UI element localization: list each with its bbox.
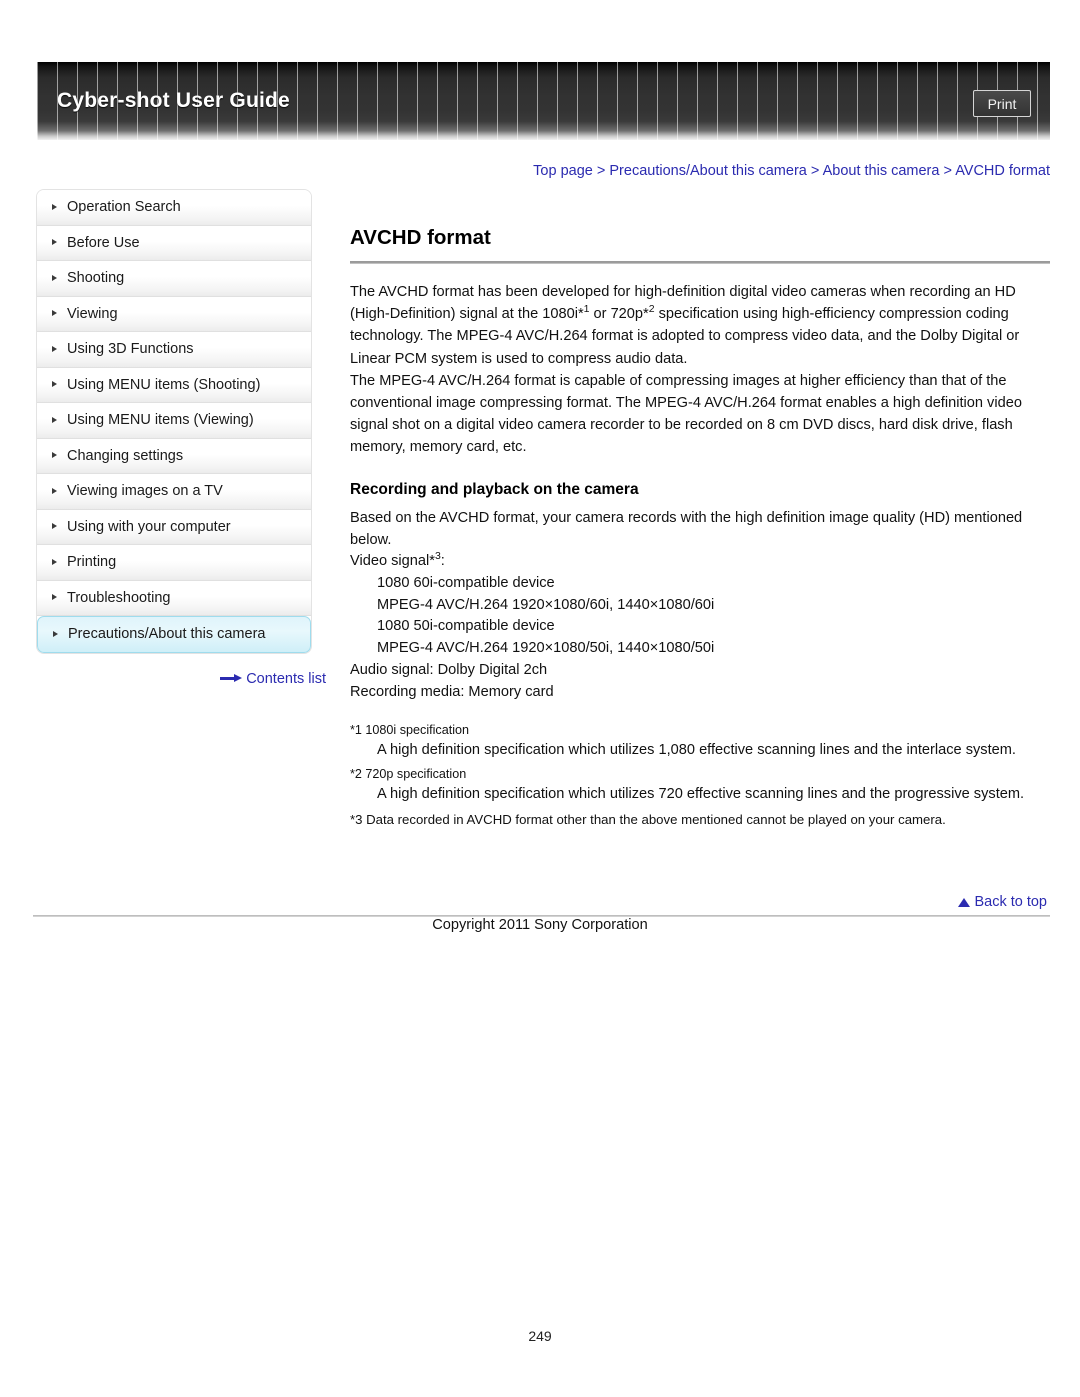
- main-content: AVCHD format The AVCHD format has been d…: [350, 225, 1050, 830]
- spec-line: MPEG-4 AVC/H.264 1920×1080/50i, 1440×108…: [377, 640, 715, 657]
- sidebar-item-label: Before Use: [67, 234, 140, 251]
- triangle-bullet-icon: [52, 416, 57, 423]
- spec-line: 1080 50i-compatible device: [377, 618, 555, 635]
- spec-line: 1080 60i-compatible device: [377, 574, 555, 591]
- sidebar-item-label: Using MENU items (Shooting): [67, 376, 261, 393]
- video-signal-text: Video signal*: [350, 553, 435, 570]
- paragraph-mpeg4-description: The MPEG-4 AVC/H.264 format is capable o…: [350, 372, 1022, 456]
- section-heading-recording-playback: Recording and playback on the camera: [350, 480, 639, 498]
- spec-line: MPEG-4 AVC/H.264 1920×1080/60i, 1440×108…: [377, 596, 715, 613]
- triangle-bullet-icon: [52, 310, 57, 317]
- breadcrumb-item-precautions[interactable]: Precautions/About this camera: [609, 163, 806, 179]
- recording-media-line: Recording media: Memory card: [350, 683, 554, 700]
- breadcrumb-separator: >: [596, 163, 606, 179]
- sidebar-item-changing-settings[interactable]: Changing settings: [37, 438, 311, 474]
- triangle-bullet-icon: [52, 487, 57, 494]
- sidebar-item-precautions-about-this-camera[interactable]: Precautions/About this camera: [37, 616, 311, 653]
- paragraph-recording-intro: Based on the AVCHD format, your camera r…: [350, 509, 1023, 548]
- triangle-bullet-icon: [52, 594, 57, 601]
- breadcrumb-item-about-this-camera[interactable]: About this camera: [823, 163, 940, 179]
- page-number: 249: [528, 1328, 552, 1344]
- footnote-label: *2 720p specification: [350, 767, 467, 782]
- video-signal-colon: :: [440, 553, 445, 570]
- sidebar-item-label: Operation Search: [67, 199, 181, 215]
- breadcrumb-item-top-page[interactable]: Top page: [533, 163, 593, 179]
- triangle-bullet-icon: [52, 274, 57, 281]
- sidebar-item-before-use[interactable]: Before Use: [37, 225, 311, 261]
- header-banner: Cyber-shot User Guide Print: [37, 62, 1050, 140]
- sidebar-item-using-with-your-computer[interactable]: Using with your computer: [37, 509, 311, 545]
- sidebar-item-viewing[interactable]: Viewing: [37, 296, 311, 332]
- back-to-top-label: Back to top: [974, 894, 1047, 910]
- sidebar-item-label: Changing settings: [67, 447, 184, 464]
- paragraph-text-part: or 720p*: [589, 306, 649, 323]
- triangle-bullet-icon: [53, 631, 58, 637]
- triangle-bullet-icon: [52, 345, 57, 352]
- triangle-up-icon: [958, 898, 971, 907]
- sidebar-item-printing[interactable]: Printing: [37, 545, 311, 581]
- sidebar-item-troubleshooting[interactable]: Troubleshooting: [37, 580, 311, 616]
- triangle-bullet-icon: [52, 523, 57, 530]
- video-signal-label: Video signal*3:: [350, 551, 1050, 573]
- sidebar-item-label: Troubleshooting: [67, 589, 171, 606]
- arrow-right-icon: [220, 673, 243, 683]
- footnote-body: *3 Data recorded in AVCHD format other t…: [350, 812, 946, 828]
- page-title: AVCHD format: [350, 226, 491, 249]
- triangle-bullet-icon: [52, 203, 57, 210]
- footnote-1: *1 1080i specification A high definition…: [350, 720, 1050, 762]
- breadcrumb: Top page > Precautions/About this camera…: [350, 163, 1050, 179]
- triangle-bullet-icon: [52, 452, 57, 459]
- breadcrumb-separator: >: [810, 163, 820, 179]
- sidebar-item-viewing-images-on-a-tv[interactable]: Viewing images on a TV: [37, 474, 311, 510]
- sidebar-item-label: Using with your computer: [67, 518, 231, 535]
- title-divider: [350, 261, 1050, 264]
- sidebar-nav: Operation Search Before Use Shooting Vie…: [37, 190, 311, 653]
- footnote-2: *2 720p specification A high definition …: [350, 764, 1050, 806]
- sidebar-item-using-menu-items-viewing[interactable]: Using MENU items (Viewing): [37, 403, 311, 439]
- footnote-body: A high definition specification which ut…: [377, 786, 1025, 803]
- sidebar-item-operation-search[interactable]: Operation Search: [37, 190, 311, 226]
- breadcrumb-separator: >: [943, 163, 952, 179]
- contents-list-link[interactable]: Contents list: [37, 671, 326, 687]
- triangle-bullet-icon: [52, 239, 57, 246]
- copyright-text: Copyright 2011 Sony Corporation: [432, 917, 648, 933]
- footnote-body: A high definition specification which ut…: [377, 741, 1016, 758]
- sidebar-item-shooting[interactable]: Shooting: [37, 261, 311, 297]
- sidebar-item-label: Using 3D Functions: [67, 341, 194, 357]
- sidebar-item-label: Viewing images on a TV: [67, 483, 223, 499]
- sidebar-item-label: Precautions/About this camera: [68, 626, 266, 642]
- footnote-3: *3 Data recorded in AVCHD format other t…: [350, 809, 1050, 830]
- footnote-label: *1 1080i specification: [350, 722, 470, 737]
- back-to-top-link[interactable]: Back to top: [958, 894, 1047, 910]
- paragraph-avchd-intro: The AVCHD format has been developed for …: [350, 281, 1050, 370]
- sidebar-item-label: Viewing: [67, 305, 118, 322]
- contents-list-label[interactable]: Contents list: [246, 671, 326, 687]
- sidebar-item-using-menu-items-shooting[interactable]: Using MENU items (Shooting): [37, 367, 311, 403]
- triangle-bullet-icon: [52, 558, 57, 565]
- audio-signal-line: Audio signal: Dolby Digital 2ch: [350, 662, 548, 679]
- sidebar-item-using-3d-functions[interactable]: Using 3D Functions: [37, 332, 311, 368]
- sidebar-item-label: Printing: [67, 554, 117, 570]
- sidebar-item-label: Using MENU items (Viewing): [67, 412, 254, 428]
- app-title: Cyber-shot User Guide: [57, 89, 290, 112]
- print-button[interactable]: Print: [973, 90, 1031, 117]
- triangle-bullet-icon: [52, 381, 57, 388]
- sidebar-item-label: Shooting: [67, 270, 125, 286]
- breadcrumb-item-avchd-format[interactable]: AVCHD format: [955, 163, 1050, 179]
